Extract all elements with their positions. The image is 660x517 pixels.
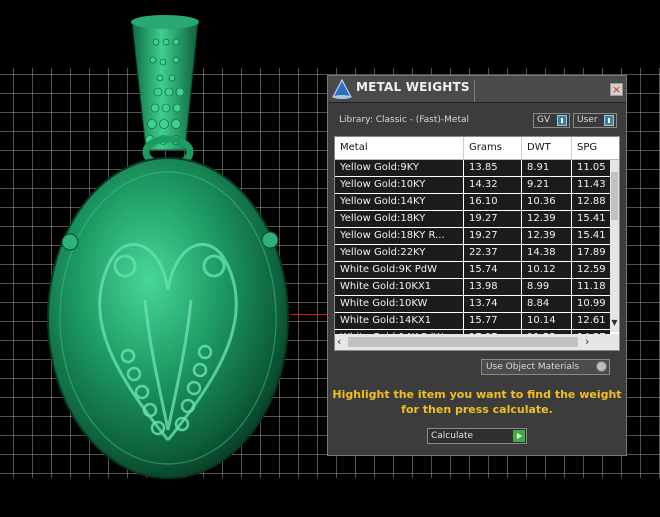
horizontal-scrollbar[interactable]: ‹ ›	[335, 334, 619, 350]
cell-grams: 19.27	[464, 228, 522, 244]
right-ornament	[261, 231, 279, 249]
cell-metal: Yellow Gold:18KY	[335, 211, 464, 227]
cell-dwt: 8.99	[522, 279, 572, 295]
table-row[interactable]: White Gold:14KX1 15.77 10.14 12.61	[335, 313, 610, 330]
cell-metal: White Gold:9K PdW	[335, 262, 464, 278]
cell-spg: 12.61	[577, 315, 606, 326]
table-row[interactable]: Yellow Gold:22KY 22.37 14.38 17.89	[335, 245, 610, 262]
bail-top	[131, 15, 199, 29]
cell-grams: 22.37	[464, 245, 522, 261]
pendant-model[interactable]	[0, 0, 330, 517]
cell-grams: 16.10	[464, 194, 522, 210]
cell-grams: 15.77	[464, 313, 522, 329]
cell-metal: Yellow Gold:14KY	[335, 194, 464, 210]
table-row[interactable]: Yellow Gold:14KY 16.10 10.36 12.88	[335, 194, 610, 211]
cell-spg: 11.05	[577, 162, 606, 173]
close-button[interactable]: ×	[610, 83, 623, 96]
cell-spg: 15.41	[577, 213, 606, 224]
column-header-spg[interactable]: SPG	[572, 137, 619, 159]
cell-grams: 13.85	[464, 160, 522, 176]
scroll-left-arrow-icon[interactable]: ‹	[337, 335, 341, 348]
cell-dwt: 14.38	[522, 245, 572, 261]
cell-dwt: 12.39	[522, 211, 572, 227]
title-tab-divider	[474, 80, 475, 102]
cell-metal: White Gold:14KX1	[335, 313, 464, 329]
metal-weights-app-icon	[332, 78, 352, 99]
play-arrow-icon	[513, 430, 525, 442]
cell-metal: Yellow Gold:18KY R...	[335, 228, 464, 244]
gv-toggle[interactable]: GV	[533, 113, 570, 128]
gv-toggle-knob-icon	[557, 115, 567, 126]
cell-dwt: 8.91	[522, 160, 572, 176]
user-toggle-knob-icon	[604, 115, 614, 126]
cell-spg: 11.43	[577, 179, 606, 190]
table-row[interactable]: Yellow Gold:9KY 13.85 8.91 11.05	[335, 160, 610, 177]
table-row[interactable]: Yellow Gold:18KY R... 19.27 12.39 15.41	[335, 228, 610, 245]
scroll-down-arrow-icon[interactable]: ▼	[610, 318, 619, 330]
cell-metal: White Gold:10KX1	[335, 279, 464, 295]
user-toggle-label: User	[577, 115, 598, 125]
cell-metal: White Gold:10KW	[335, 296, 464, 312]
panel-titlebar[interactable]: METAL WEIGHTS ×	[328, 76, 626, 103]
metal-weights-table: Metal Grams DWT SPG Yellow Gold:9KY 13.85…	[334, 136, 620, 351]
instructions-line-1: Highlight the item you want to find the …	[332, 388, 622, 401]
table-row[interactable]: Yellow Gold:10KY 14.32 9.21 11.43	[335, 177, 610, 194]
panel-title: METAL WEIGHTS	[356, 80, 470, 94]
cell-grams: 13.74	[464, 296, 522, 312]
library-label: Library: Classic - (Fast)-Metal	[339, 115, 470, 125]
instructions-text: Highlight the item you want to find the …	[328, 387, 626, 417]
cell-grams: 15.74	[464, 262, 522, 278]
calculate-button[interactable]: Calculate	[427, 428, 527, 444]
cell-grams: 13.98	[464, 279, 522, 295]
cell-dwt: 12.39	[522, 228, 572, 244]
table-row[interactable]: Yellow Gold:18KY 19.27 12.39 15.41	[335, 211, 610, 228]
vertical-scroll-thumb[interactable]	[611, 172, 618, 220]
cell-dwt: 8.84	[522, 296, 572, 312]
cell-spg: 17.89	[577, 247, 606, 258]
metal-weights-panel: METAL WEIGHTS × Library: Classic - (Fast…	[327, 75, 627, 456]
cell-spg: 12.59	[577, 264, 606, 275]
horizontal-scroll-thumb[interactable]	[348, 337, 578, 347]
table-row[interactable]: White Gold:10KX1 13.98 8.99 11.18	[335, 279, 610, 296]
table-row[interactable]: White Gold:10KW 13.74 8.84 10.99	[335, 296, 610, 313]
vertical-scrollbar[interactable]: ▼	[610, 160, 619, 332]
cell-spg: 10.99	[577, 298, 606, 309]
cell-dwt: 9.21	[522, 177, 572, 193]
table-body: Yellow Gold:9KY 13.85 8.91 11.05 Yellow Gol…	[335, 160, 610, 347]
cell-grams: 14.32	[464, 177, 522, 193]
use-object-materials-label: Use Object Materials	[486, 362, 580, 372]
gv-toggle-label: GV	[537, 115, 551, 125]
cell-dwt: 10.12	[522, 262, 572, 278]
cell-metal: Yellow Gold:22KY	[335, 245, 464, 261]
calculate-label: Calculate	[431, 431, 474, 441]
cell-dwt: 10.14	[522, 313, 572, 329]
left-ornament	[61, 233, 79, 251]
table-row[interactable]: White Gold:9K PdW 15.74 10.12 12.59	[335, 262, 610, 279]
instructions-line-2: for then press calculate.	[401, 403, 553, 416]
radio-circle-icon	[596, 361, 607, 372]
column-header-metal[interactable]: Metal	[335, 137, 464, 159]
column-header-dwt[interactable]: DWT	[522, 137, 572, 159]
table-header: Metal Grams DWT SPG	[335, 137, 619, 160]
cell-spg: 15.41	[577, 230, 606, 241]
cell-grams: 19.27	[464, 211, 522, 227]
use-object-materials-toggle[interactable]: Use Object Materials	[481, 359, 610, 375]
user-toggle[interactable]: User	[573, 113, 617, 128]
cell-spg: 11.18	[577, 281, 606, 292]
cell-spg: 12.88	[577, 196, 606, 207]
cell-dwt: 10.36	[522, 194, 572, 210]
cell-metal: Yellow Gold:9KY	[335, 160, 464, 176]
cell-metal: Yellow Gold:10KY	[335, 177, 464, 193]
column-header-grams[interactable]: Grams	[464, 137, 522, 159]
scroll-right-arrow-icon[interactable]: ›	[585, 335, 589, 348]
